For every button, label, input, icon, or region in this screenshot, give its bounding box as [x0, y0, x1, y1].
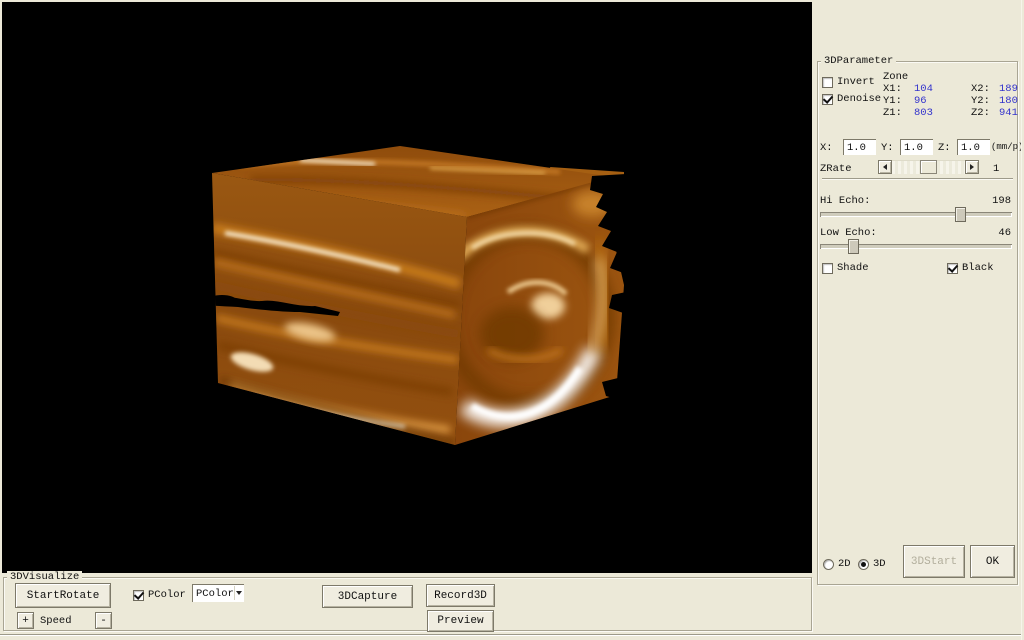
- zone-x1-label: X1:: [883, 83, 902, 95]
- mode-2d-radio[interactable]: 2D: [823, 558, 851, 570]
- zone-y2-label: Y2:: [971, 95, 990, 107]
- scale-unit-label: (mm/p): [991, 141, 1023, 153]
- start-rotate-button[interactable]: StartRotate: [15, 583, 111, 608]
- arrow-right-icon: [970, 164, 974, 170]
- zrate-scroll-right-button[interactable]: [965, 160, 979, 174]
- denoise-checkbox[interactable]: Denoise: [822, 93, 881, 105]
- hi-echo-value: 198: [992, 195, 1011, 207]
- mode-3d-radio-button[interactable]: [858, 559, 869, 570]
- pcolor-label: PColor: [148, 589, 186, 601]
- x-scale-label: X:: [820, 142, 833, 154]
- zone-y1-label: Y1:: [883, 95, 902, 107]
- visualize-panel-title: 3DVisualize: [7, 571, 82, 583]
- 3dcapture-button[interactable]: 3DCapture: [322, 585, 413, 608]
- zrate-value: 1: [993, 163, 999, 175]
- mode-2d-radio-button[interactable]: [823, 559, 834, 570]
- shade-label: Shade: [837, 262, 869, 274]
- low-echo-slider-thumb[interactable]: [848, 239, 859, 254]
- black-checkbox-box[interactable]: [947, 263, 958, 274]
- invert-checkbox-box[interactable]: [822, 77, 833, 88]
- pcolor-dropdown-value: PColor: [192, 587, 234, 600]
- zrate-scroll-thumb[interactable]: [920, 160, 937, 174]
- zrate-scrollbar[interactable]: [878, 160, 979, 174]
- 3dstart-button[interactable]: 3DStart: [903, 545, 965, 578]
- x-scale-input[interactable]: [843, 139, 876, 155]
- speed-plus-button[interactable]: +: [17, 612, 34, 629]
- low-echo-label: Low Echo:: [820, 227, 877, 239]
- zrate-scroll-left-button[interactable]: [878, 160, 892, 174]
- invert-checkbox[interactable]: Invert: [822, 76, 875, 88]
- y-scale-label: Y:: [881, 142, 894, 154]
- zone-x1-value: 104: [914, 83, 933, 95]
- mode-2d-label: 2D: [838, 558, 851, 570]
- black-label: Black: [962, 262, 994, 274]
- pcolor-checkbox[interactable]: PColor: [133, 589, 186, 601]
- zone-x2-value: 189: [999, 83, 1018, 95]
- y-scale-input[interactable]: [900, 139, 933, 155]
- denoise-checkbox-box[interactable]: [822, 94, 833, 105]
- zone-y2-value: 180: [999, 95, 1018, 107]
- zone-z2-label: Z2:: [971, 107, 990, 119]
- speed-label: Speed: [40, 615, 72, 627]
- chevron-down-icon[interactable]: [234, 586, 243, 600]
- speed-minus-button[interactable]: -: [95, 612, 112, 629]
- pcolor-dropdown[interactable]: PColor: [192, 584, 244, 602]
- mode-3d-label: 3D: [873, 558, 886, 570]
- preview-button[interactable]: Preview: [427, 610, 494, 632]
- hi-echo-slider-thumb[interactable]: [955, 207, 966, 222]
- zone-y1-value: 96: [914, 95, 927, 107]
- window-bottom-edge: [0, 634, 1024, 640]
- mode-3d-radio[interactable]: 3D: [858, 558, 886, 570]
- zone-z1-label: Z1:: [883, 107, 902, 119]
- low-echo-value: 46: [998, 227, 1011, 239]
- zone-title: Zone: [883, 71, 908, 83]
- pcolor-checkbox-box[interactable]: [133, 590, 144, 601]
- ok-button[interactable]: OK: [970, 545, 1015, 578]
- separator: [822, 178, 1013, 180]
- zrate-scroll-track[interactable]: [892, 160, 965, 174]
- hi-echo-label: Hi Echo:: [820, 195, 870, 207]
- z-scale-label: Z:: [938, 142, 951, 154]
- hi-echo-slider-track[interactable]: [820, 212, 1012, 217]
- param-panel-title: 3DParameter: [821, 55, 896, 67]
- shade-checkbox-box[interactable]: [822, 263, 833, 274]
- record3d-button[interactable]: Record3D: [426, 584, 495, 607]
- 3d-viewport[interactable]: [2, 2, 812, 573]
- black-checkbox[interactable]: Black: [947, 262, 994, 274]
- zrate-label: ZRate: [820, 163, 852, 175]
- arrow-left-icon: [883, 164, 887, 170]
- zone-z1-value: 803: [914, 107, 933, 119]
- visualize-panel: 3DVisualize StartRotate + Speed - PColor…: [3, 577, 812, 631]
- z-scale-input[interactable]: [957, 139, 990, 155]
- zone-x2-label: X2:: [971, 83, 990, 95]
- invert-label: Invert: [837, 76, 875, 88]
- zone-z2-value: 941: [999, 107, 1018, 119]
- denoise-label: Denoise: [837, 93, 881, 105]
- volume-render: [2, 2, 812, 573]
- param-panel: 3DParameter Invert Denoise Zone X1: 104 …: [817, 61, 1018, 585]
- shade-checkbox[interactable]: Shade: [822, 262, 869, 274]
